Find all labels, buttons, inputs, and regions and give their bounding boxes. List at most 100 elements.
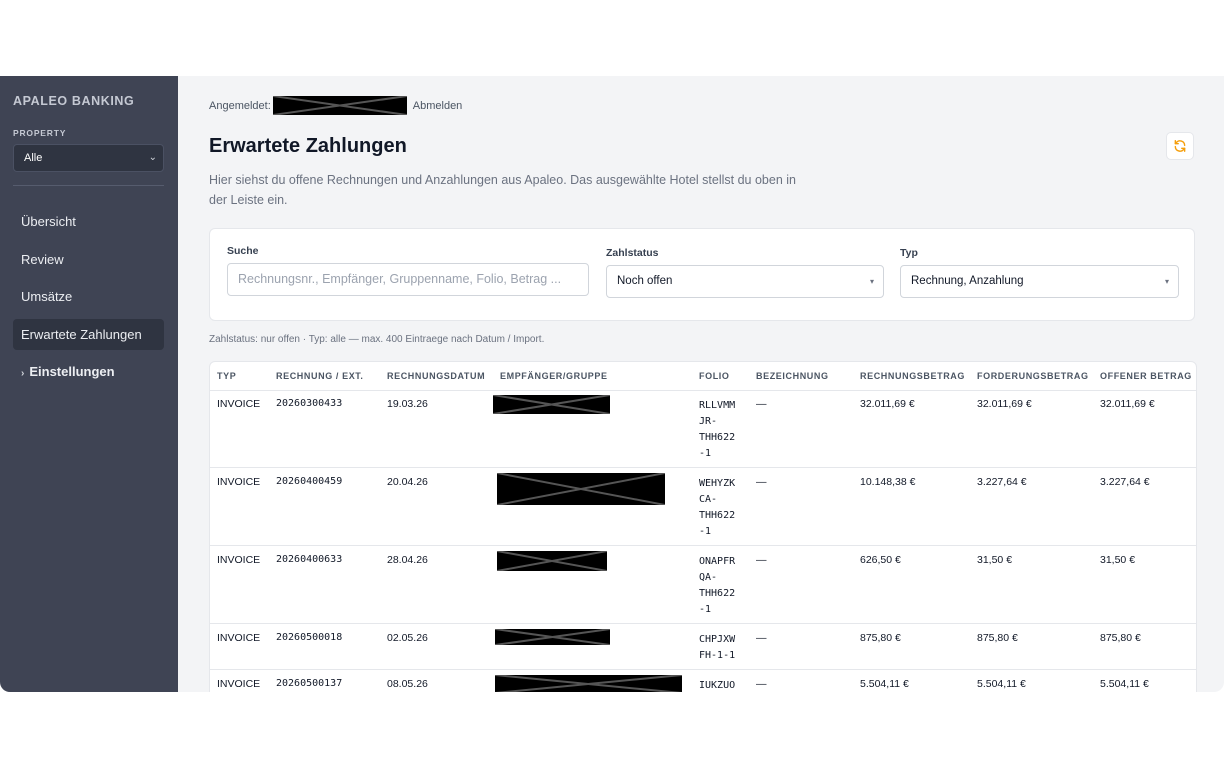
table-header: TYP RECHNUNG / EXT. RECHNUNGSDATUM EMPFÄ…: [210, 362, 1196, 391]
cell-rechnung: 20260300433: [276, 398, 343, 409]
login-bar: Angemeldet: Abmelden: [209, 96, 462, 115]
sidebar-item-label: Einstellungen: [29, 364, 115, 379]
main-content: Angemeldet: Abmelden Erwartete Zahlungen…: [178, 76, 1224, 692]
filter-panel: Suche Rechnungsnr., Empfänger, Gruppenna…: [209, 228, 1195, 321]
cell-folio: RLLVMM JR- THH622 -1: [699, 400, 736, 459]
cell-rechnungsbetrag: 5.504,11 €: [860, 678, 909, 690]
sidebar-item-einstellungen[interactable]: › Einstellungen: [13, 356, 164, 387]
cell-empfaenger: [493, 395, 610, 417]
column-header-rechnungsbetrag[interactable]: RECHNUNGSBETRAG: [860, 371, 965, 381]
sidebar-item-label: Erwartete Zahlungen: [21, 326, 142, 342]
cell-offener-betrag: 3.227,64 €: [1100, 476, 1150, 488]
table-row[interactable]: INVOICE 20260300433 19.03.26 RLLVMM JR- …: [210, 390, 1196, 468]
sidebar-item-review[interactable]: Review: [13, 244, 164, 275]
redacted-username: [272, 96, 407, 115]
column-header-rechnungsdatum[interactable]: RECHNUNGSDATUM: [387, 371, 485, 381]
cell-empfaenger: [495, 629, 610, 648]
cell-datum: 19.03.26: [387, 398, 428, 410]
sidebar-item-uebersicht[interactable]: Übersicht: [13, 206, 164, 237]
column-header-typ[interactable]: TYP: [217, 371, 236, 381]
app-window: APALEO BANKING PROPERTY Alle ⌄ Übersicht…: [0, 76, 1224, 692]
cell-datum: 28.04.26: [387, 554, 428, 566]
cell-bezeichnung: —: [756, 398, 767, 410]
sidebar-item-label: Review: [21, 251, 64, 267]
cell-forderungsbetrag: 32.011,69 €: [977, 398, 1032, 410]
sidebar-nav: Übersicht Review Umsätze Erwartete Zahlu…: [13, 206, 164, 394]
type-label: Typ: [900, 247, 918, 259]
type-select[interactable]: Rechnung, Anzahlung ▾: [900, 265, 1179, 298]
cell-datum: 08.05.26: [387, 678, 428, 690]
cell-bezeichnung: —: [756, 632, 767, 644]
cell-rechnung: 20260500137: [276, 678, 343, 689]
chevron-down-icon: ▾: [1164, 277, 1169, 286]
status-label: Zahlstatus: [606, 247, 659, 259]
page-title: Erwartete Zahlungen: [209, 135, 407, 157]
cell-empfaenger: [497, 473, 665, 508]
cell-forderungsbetrag: 31,50 €: [977, 554, 1013, 566]
cell-offener-betrag: 875,80 €: [1100, 632, 1141, 644]
table-row[interactable]: INVOICE 20260400633 28.04.26 ONAPFR QA- …: [210, 546, 1196, 624]
table-row[interactable]: INVOICE 20260400459 20.04.26 WEHYZK CA- …: [210, 468, 1196, 546]
cell-typ: INVOICE: [217, 554, 261, 566]
column-header-empfaenger[interactable]: EMPFÄNGER/GRUPPE: [500, 371, 608, 381]
cell-rechnung: 20260400459: [276, 476, 343, 487]
column-header-offener-betrag[interactable]: OFFENER BETRAG: [1100, 371, 1192, 381]
search-label: Suche: [227, 245, 259, 257]
cell-datum: 20.04.26: [387, 476, 428, 488]
property-label: PROPERTY: [13, 128, 67, 138]
cell-typ: INVOICE: [217, 398, 261, 410]
cell-bezeichnung: —: [756, 678, 767, 690]
redacted-recipient: [495, 629, 610, 645]
column-header-rechnung[interactable]: RECHNUNG / EXT.: [276, 371, 364, 381]
cell-folio: WEHYZK CA- THH622 -1: [699, 478, 736, 537]
column-header-folio[interactable]: FOLIO: [699, 371, 730, 381]
sidebar-item-erwartete-zahlungen[interactable]: Erwartete Zahlungen: [13, 318, 164, 350]
cell-rechnungsbetrag: 626,50 €: [860, 554, 901, 566]
cell-forderungsbetrag: 5.504,11 €: [977, 678, 1026, 690]
table-row[interactable]: INVOICE 20260500018 02.05.26 CHPJXW FH-1…: [210, 624, 1196, 670]
cell-rechnungsbetrag: 10.148,38 €: [860, 476, 916, 488]
cell-offener-betrag: 31,50 €: [1100, 554, 1136, 566]
filter-info-text: Zahlstatus: nur offen · Typ: alle — max.…: [209, 334, 545, 345]
cell-typ: INVOICE: [217, 476, 261, 488]
sidebar-item-label: Übersicht: [21, 214, 76, 229]
column-header-forderungsbetrag[interactable]: FORDERUNGSBETRAG: [977, 371, 1089, 381]
property-select[interactable]: Alle ⌄: [13, 144, 164, 172]
type-select-value: Rechnung, Anzahlung: [911, 275, 1024, 287]
cell-rechnungsbetrag: 32.011,69 €: [860, 398, 915, 410]
refresh-icon: [1174, 140, 1186, 152]
status-select[interactable]: Noch offen ▾: [606, 265, 884, 298]
redacted-recipient: [497, 551, 607, 571]
redacted-recipient: [495, 675, 682, 692]
cell-rechnung: 20260400633: [276, 554, 343, 565]
refresh-button[interactable]: [1166, 132, 1194, 160]
cell-forderungsbetrag: 875,80 €: [977, 632, 1018, 644]
cell-datum: 02.05.26: [387, 632, 428, 644]
column-header-bezeichnung[interactable]: BEZEICHNUNG: [756, 371, 829, 381]
sidebar-item-umsaetze[interactable]: Umsätze: [13, 281, 164, 312]
payments-table: TYP RECHNUNG / EXT. RECHNUNGSDATUM EMPFÄ…: [209, 361, 1197, 692]
chevron-down-icon: ▾: [869, 277, 874, 286]
cell-bezeichnung: —: [756, 476, 767, 488]
cell-offener-betrag: 5.504,11 €: [1100, 678, 1149, 690]
sidebar-item-label: Umsätze: [21, 289, 73, 304]
cell-offener-betrag: 32.011,69 €: [1100, 398, 1155, 410]
cell-rechnung: 20260500018: [276, 632, 343, 643]
cell-folio: IUKZUO: [699, 680, 736, 691]
page-description: Hier siehst du offene Rechnungen und Anz…: [209, 173, 796, 207]
chevron-right-icon: ›: [21, 368, 25, 379]
cell-forderungsbetrag: 3.227,64 €: [977, 476, 1027, 488]
cell-typ: INVOICE: [217, 632, 261, 644]
cell-rechnungsbetrag: 875,80 €: [860, 632, 901, 644]
property-select-value: Alle: [24, 152, 43, 164]
table-row[interactable]: INVOICE 20260500137 08.05.26 IUKZUO — 5.…: [210, 670, 1196, 692]
sidebar: APALEO BANKING PROPERTY Alle ⌄ Übersicht…: [0, 76, 178, 692]
cell-folio: ONAPFR QA- THH622 -1: [699, 556, 736, 615]
cell-folio: CHPJXW FH-1-1: [699, 634, 736, 661]
cell-typ: INVOICE: [217, 678, 261, 690]
search-input[interactable]: Rechnungsnr., Empfänger, Gruppenname, Fo…: [227, 263, 589, 296]
redacted-recipient: [493, 395, 610, 414]
status-select-value: Noch offen: [617, 275, 673, 287]
sidebar-divider: [13, 185, 164, 186]
logout-link[interactable]: Abmelden: [413, 100, 463, 112]
